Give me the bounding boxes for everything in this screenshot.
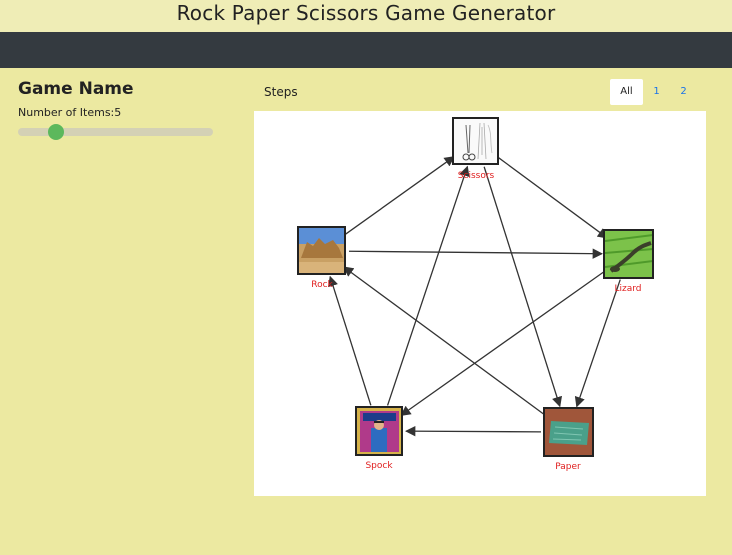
lizard-node-image[interactable] xyxy=(603,229,654,279)
edge-spock-to-rock xyxy=(328,275,372,406)
graph-canvas: Scissors Rock Lizard Spock Paper xyxy=(254,111,706,496)
spock-comic-icon xyxy=(357,408,401,454)
lizard-photo-icon xyxy=(605,231,652,277)
spock-node-label: Spock xyxy=(365,461,393,471)
graph-edges xyxy=(328,156,621,437)
rock-landscape-icon xyxy=(299,228,344,273)
scissors-node-image[interactable] xyxy=(452,117,499,165)
page-title: Rock Paper Scissors Game Generator xyxy=(176,1,556,25)
spock-node-image[interactable] xyxy=(355,406,403,456)
edge-scissors-to-lizard xyxy=(497,156,609,239)
paper-photo-icon xyxy=(545,409,592,455)
edge-spock-to-scissors xyxy=(386,165,470,406)
rock-node-label: Rock xyxy=(311,280,333,290)
slider-thumb[interactable] xyxy=(48,124,64,140)
items-value: 5 xyxy=(114,106,122,119)
edge-paper-to-spock xyxy=(404,425,542,437)
sidebar: Game Name Number of Items:5 xyxy=(18,78,218,140)
lizard-node-label: Lizard xyxy=(614,284,642,294)
edge-rock-to-scissors xyxy=(343,156,455,236)
paper-node-image[interactable] xyxy=(543,407,594,457)
navbar xyxy=(0,32,732,68)
steps-label: Steps xyxy=(264,85,298,99)
edge-lizard-to-spock xyxy=(400,269,608,416)
items-label: Number of Items: xyxy=(18,106,115,119)
game-name-heading: Game Name xyxy=(18,79,134,99)
items-slider[interactable] xyxy=(18,124,213,140)
edge-rock-to-lizard xyxy=(348,248,604,259)
scissors-node-label: Scissors xyxy=(457,171,495,181)
step-pager: All 1 2 xyxy=(610,79,697,105)
scissors-sketch-icon xyxy=(454,119,497,163)
edge-scissors-to-paper xyxy=(483,166,562,408)
header: Rock Paper Scissors Game Generator xyxy=(0,0,732,32)
edge-lizard-to-paper xyxy=(574,279,621,408)
paper-node-label: Paper xyxy=(555,462,581,472)
page-all-button[interactable]: All xyxy=(610,79,643,105)
edge-paper-to-rock xyxy=(342,266,547,417)
items-count-row: Number of Items:5 xyxy=(18,106,218,119)
page-2-button[interactable]: 2 xyxy=(670,79,697,105)
page-1-button[interactable]: 1 xyxy=(643,79,670,105)
rock-node-image[interactable] xyxy=(297,226,346,275)
